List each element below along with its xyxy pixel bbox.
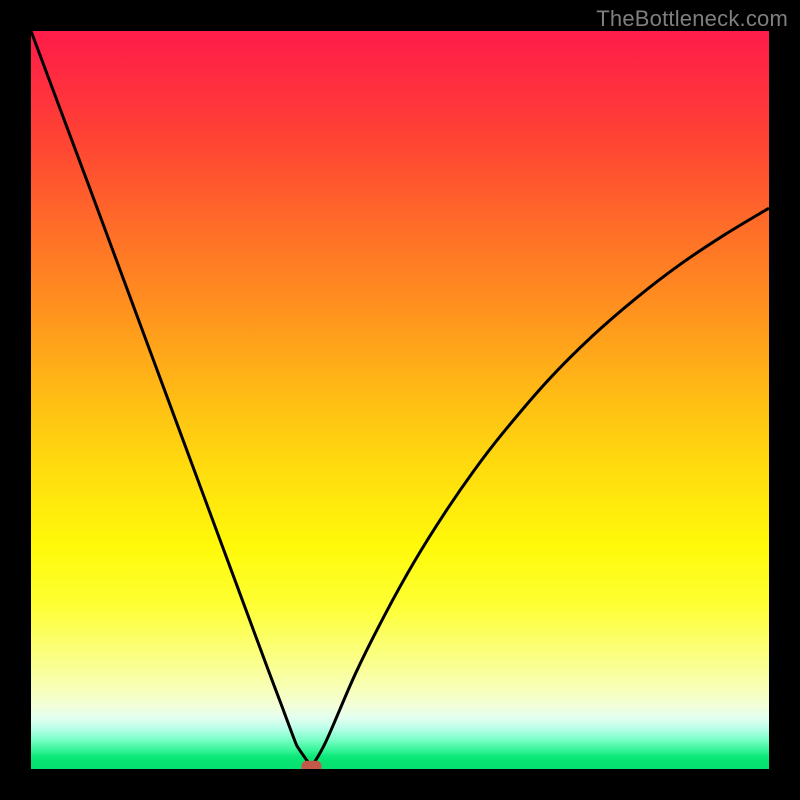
curve-svg bbox=[31, 31, 769, 769]
plot-area bbox=[31, 31, 769, 769]
bottleneck-curve bbox=[31, 31, 769, 767]
optimal-point-marker bbox=[301, 761, 321, 769]
chart-frame: TheBottleneck.com bbox=[0, 0, 800, 800]
watermark-text: TheBottleneck.com bbox=[596, 6, 788, 32]
